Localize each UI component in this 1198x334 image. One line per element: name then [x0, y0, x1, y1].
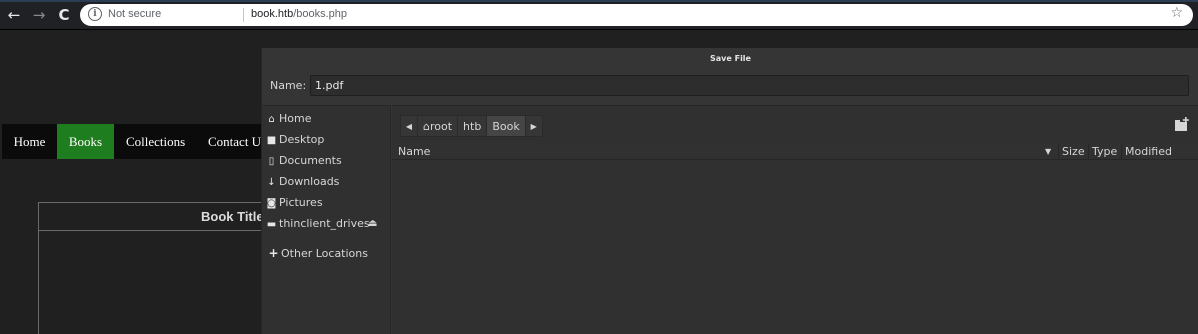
sidebar-item-thinclient-drives[interactable]: ▬ thinclient_drives [265, 215, 370, 233]
sidebar-item-label: Documents [279, 154, 342, 167]
security-label[interactable]: Not secure [108, 8, 161, 20]
folder-icon: ■ [266, 135, 277, 146]
forward-button[interactable]: → [30, 6, 48, 24]
drive-icon: ▬ [266, 219, 277, 230]
sidebar-item-label: thinclient_drives [279, 217, 370, 230]
sidebar-item-label: Downloads [279, 175, 340, 188]
column-book-title: Book Title [201, 209, 264, 224]
sidebar-item-home[interactable]: ⌂ Home [265, 110, 311, 128]
column-name[interactable]: Name [398, 143, 430, 160]
books-table: Book Title [38, 202, 279, 334]
path-segment-htb[interactable]: htb [457, 115, 488, 137]
nav-link-books[interactable]: Books [57, 124, 114, 159]
path-scroll-left-button[interactable]: ◀ [400, 115, 418, 137]
nav-link-contact[interactable]: Contact Us [208, 124, 266, 159]
save-file-dialog: Save File Name: 1.pdf ⌂ Home ■ Desktop ▯ Do… [261, 48, 1198, 334]
column-size[interactable]: Size [1058, 143, 1085, 160]
name-label: Name: [270, 79, 307, 92]
sidebar-item-desktop[interactable]: ■ Desktop [265, 131, 325, 149]
path-segment-root[interactable]: ⌂root [417, 115, 459, 137]
path-scroll-right-button[interactable]: ▶ [524, 115, 543, 137]
nav-link-collections[interactable]: Collections [126, 124, 185, 159]
column-modified[interactable]: Modified [1121, 143, 1172, 160]
path-bar: ◀ ⌂root htb Book ▶ [400, 115, 543, 137]
file-list-header: Name ▼ Size Type Modified [392, 143, 1198, 160]
filename-input[interactable]: 1.pdf [310, 75, 1189, 96]
window-border [0, 0, 1198, 2]
sidebar-item-documents[interactable]: ▯ Documents [265, 152, 342, 170]
places-sidebar: ⌂ Home ■ Desktop ▯ Documents ↓ Downloads ◙ Pi… [262, 105, 391, 334]
path-segment-book[interactable]: Book [486, 115, 526, 137]
sidebar-item-downloads[interactable]: ↓ Downloads [265, 173, 339, 191]
column-type[interactable]: Type [1088, 143, 1117, 160]
nav-link-home[interactable]: Home [2, 124, 57, 159]
plus-icon: + [268, 246, 279, 260]
sidebar-item-label: Home [279, 112, 312, 125]
reload-button[interactable]: C [55, 6, 73, 24]
table-header: Book Title [39, 203, 279, 231]
sidebar-item-pictures[interactable]: ◙ Pictures [265, 194, 323, 212]
address-bar[interactable]: i Not secure book.htb/books.php ☆ [80, 4, 1193, 26]
create-folder-icon[interactable] [1173, 116, 1191, 134]
site-navigation: Home Books Collections Contact Us [2, 124, 272, 159]
url-path: /books.php [293, 8, 348, 20]
sidebar-item-other-locations[interactable]: + Other Locations [267, 244, 368, 262]
url-host: book.htb [251, 8, 294, 20]
file-browser: ◀ ⌂root htb Book ▶ Name ▼ Size Type Modi… [392, 105, 1198, 334]
sort-down-icon: ▼ [1045, 147, 1052, 156]
sidebar-item-label: Other Locations [281, 247, 368, 260]
eject-icon[interactable]: ⏏ [368, 218, 377, 229]
home-icon: ⌂ [423, 120, 430, 133]
document-icon: ▯ [268, 156, 275, 167]
browser-toolbar: ← → C i Not secure book.htb/books.php ☆ [0, 0, 1198, 30]
path-segment-label: root [429, 120, 453, 133]
download-icon: ↓ [267, 177, 276, 188]
sidebar-item-label: Desktop [279, 133, 325, 146]
url-text[interactable]: book.htb/books.php [251, 8, 347, 20]
info-icon[interactable]: i [88, 7, 102, 21]
address-separator [243, 8, 244, 22]
home-icon: ⌂ [268, 114, 275, 125]
star-icon[interactable]: ☆ [1170, 5, 1183, 21]
sidebar-item-label: Pictures [279, 196, 323, 209]
camera-icon: ◙ [266, 198, 277, 209]
dialog-title: Save File [710, 54, 751, 63]
back-button[interactable]: ← [5, 6, 23, 24]
